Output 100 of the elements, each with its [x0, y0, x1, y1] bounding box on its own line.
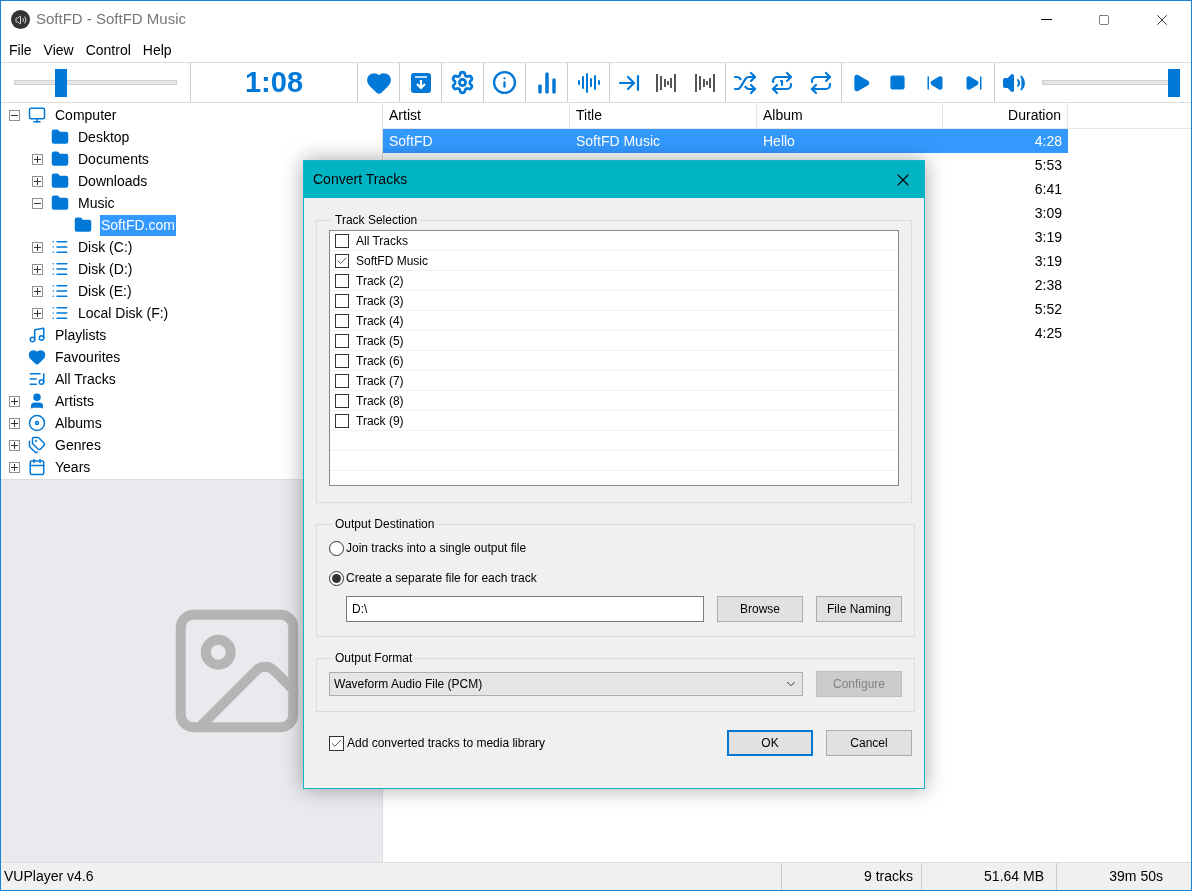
checkbox[interactable] [335, 293, 349, 308]
tree-item[interactable]: Disk (C:) [77, 236, 134, 258]
option-label: Join tracks into a single output file [346, 540, 527, 557]
tree-item[interactable]: Albums [54, 412, 103, 434]
checkbox[interactable] [335, 233, 349, 248]
folder-icon [51, 172, 69, 190]
maximize-icon [1098, 13, 1110, 26]
dialog-button[interactable]: Browse [717, 596, 803, 622]
dialog-button[interactable]: OK [727, 730, 813, 756]
minimize-icon [1040, 19, 1052, 20]
playlists-icon [28, 326, 46, 344]
column-header[interactable]: Duration [943, 103, 1068, 128]
expand-toggle[interactable] [32, 175, 43, 187]
folder-icon [51, 150, 69, 168]
next-icon[interactable] [964, 73, 983, 92]
tree-item[interactable]: All Tracks [54, 368, 117, 390]
repeat-one-icon[interactable] [769, 70, 794, 95]
tree-item[interactable]: Local Disk (F:) [77, 302, 170, 324]
expand-toggle[interactable] [32, 263, 43, 275]
disk-icon [51, 260, 69, 278]
stop-icon[interactable] [889, 74, 906, 91]
menu-item[interactable]: View [37, 39, 80, 61]
checkbox[interactable] [335, 353, 349, 368]
repeat-icon[interactable] [808, 70, 833, 95]
checkbox[interactable] [335, 393, 349, 408]
track-label: SoftFD Music [356, 252, 428, 270]
favourites-icon [28, 348, 46, 366]
checkbox[interactable] [335, 373, 349, 388]
previous-icon[interactable] [925, 73, 944, 92]
menu-item[interactable]: Control [79, 39, 137, 61]
slider-thumb[interactable] [1168, 68, 1180, 97]
dialog-button[interactable]: Cancel [826, 730, 912, 756]
plus-icon [11, 419, 18, 427]
shuffle-icon[interactable] [732, 70, 757, 95]
tree-item[interactable]: Favourites [54, 346, 122, 368]
status-text: VUPlayer v4.6 [3, 867, 95, 886]
collapse-toggle[interactable] [9, 109, 20, 121]
checkbox[interactable] [335, 313, 349, 328]
folder-icon [51, 128, 69, 146]
plus-icon [34, 243, 41, 251]
seek-slider[interactable] [14, 67, 177, 98]
tree-item[interactable]: Documents [77, 148, 150, 170]
slider-thumb[interactable] [54, 68, 67, 97]
checkbox[interactable] [335, 253, 349, 268]
configure-button: Configure [816, 671, 902, 697]
expand-toggle[interactable] [32, 285, 43, 297]
volume-slider[interactable] [1042, 67, 1180, 98]
disk-icon [51, 238, 69, 256]
tree-item[interactable]: Music [77, 192, 116, 214]
info-icon[interactable] [492, 70, 517, 95]
app-icon [11, 10, 30, 29]
tree-item[interactable]: Desktop [77, 126, 131, 148]
column-header[interactable]: Artist [383, 103, 570, 128]
collapse-toggle[interactable] [32, 197, 43, 209]
expand-toggle[interactable] [9, 417, 20, 429]
table-cell-text: SoftFD [389, 131, 433, 151]
computer-icon [28, 106, 46, 124]
tree-item[interactable]: Computer [54, 104, 118, 126]
expand-toggle[interactable] [9, 461, 20, 473]
track-label: Track (4) [356, 312, 404, 330]
expand-toggle[interactable] [9, 439, 20, 451]
table-cell-text: 4:28 [1034, 131, 1062, 151]
plus-icon [34, 177, 41, 185]
menu-item[interactable]: Help [136, 39, 178, 61]
radio-button[interactable] [329, 540, 344, 556]
tree-item[interactable]: Disk (D:) [77, 258, 134, 280]
track-label: Track (5) [356, 332, 404, 350]
format-dropdown[interactable]: Waveform Audio File (PCM) [329, 672, 803, 696]
checkbox[interactable] [335, 413, 349, 428]
group-label: Output Destination [334, 516, 436, 533]
path-field[interactable]: D:\ [346, 596, 704, 622]
tree-item[interactable]: Years [54, 456, 92, 478]
radio-button[interactable] [329, 570, 344, 586]
option-label: Create a separate file for each track [346, 570, 537, 587]
playback-time: 1:08 [244, 64, 303, 100]
tree-item[interactable]: Downloads [77, 170, 149, 192]
tree-item[interactable]: Artists [54, 390, 95, 412]
tree-item[interactable]: Disk (E:) [77, 280, 133, 302]
status-text: 39m 50s [1056, 863, 1191, 890]
column-header[interactable]: Title [570, 103, 757, 128]
tracks-icon [28, 370, 46, 388]
tree-item[interactable]: Genres [54, 434, 102, 456]
expand-toggle[interactable] [9, 395, 20, 407]
expand-toggle[interactable] [32, 241, 43, 253]
download-box-icon[interactable] [408, 70, 433, 95]
waveform-icon[interactable] [576, 70, 601, 95]
expand-toggle[interactable] [32, 307, 43, 319]
track-label: Track (7) [356, 372, 404, 390]
tree-item[interactable]: Playlists [54, 324, 108, 346]
settings-icon[interactable] [450, 70, 475, 95]
checkbox[interactable] [335, 273, 349, 288]
expand-toggle[interactable] [32, 153, 43, 165]
status-text: 51.64 MB [921, 863, 1056, 890]
dialog-button[interactable]: File Naming [816, 596, 902, 622]
checkbox[interactable] [329, 735, 344, 751]
column-header[interactable]: Album [757, 103, 943, 128]
plus-icon [11, 397, 18, 405]
track-label: Track (8) [356, 392, 404, 410]
checkbox[interactable] [335, 333, 349, 348]
menu-item[interactable]: File [3, 39, 38, 61]
